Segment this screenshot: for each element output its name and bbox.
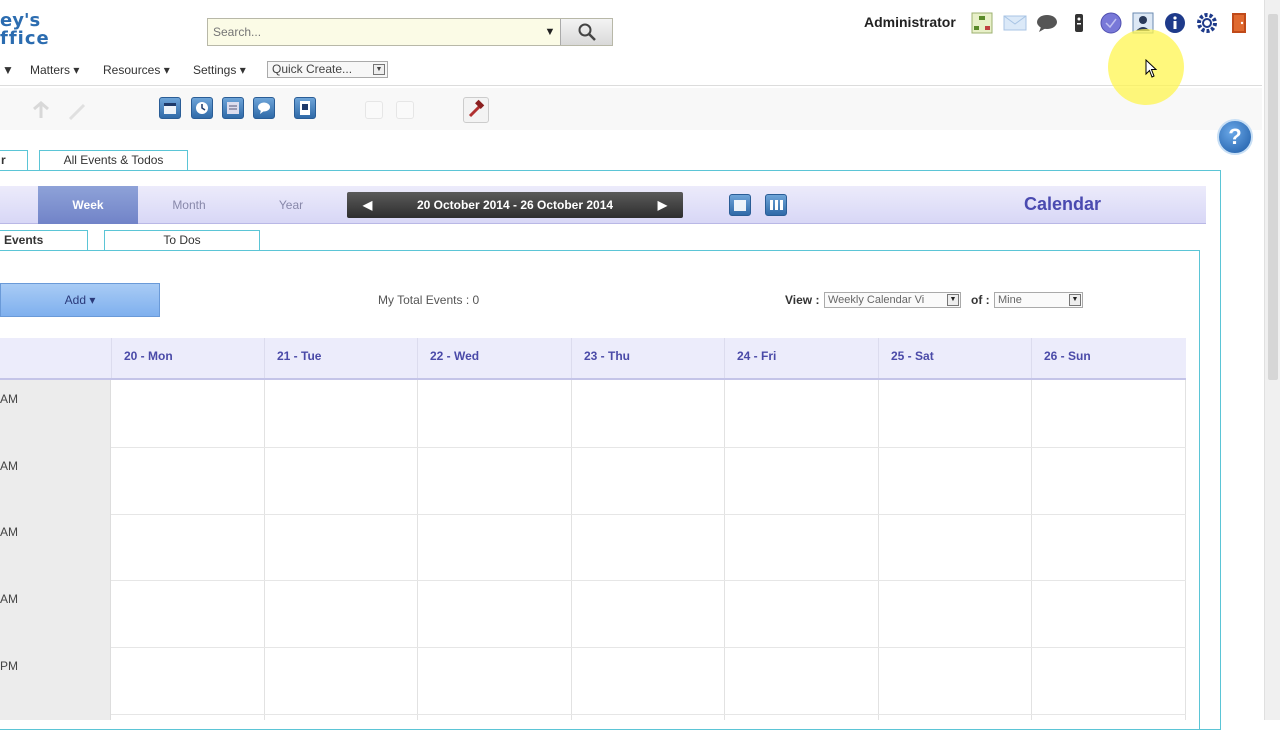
view-month-button[interactable]: Month <box>140 186 238 224</box>
grid-divider <box>571 380 572 720</box>
add-button[interactable]: Add ▾ <box>0 283 160 317</box>
date-range-navigator: ◀ 20 October 2014 - 26 October 2014 ▶ <box>347 192 683 218</box>
view-select[interactable]: Weekly Calendar Vi ▼ <box>824 292 961 308</box>
menu-item-settings[interactable]: Settings ▾ <box>193 63 246 77</box>
events-frame <box>0 250 1200 730</box>
day-header-tue[interactable]: 21 - Tue <box>264 338 417 378</box>
day-header-wed[interactable]: 22 - Wed <box>417 338 571 378</box>
gear-icon[interactable] <box>1195 11 1219 35</box>
clock-icon[interactable] <box>191 97 213 119</box>
quick-create-select[interactable]: Quick Create... ▼ <box>267 61 388 78</box>
arrow-right-icon[interactable] <box>396 101 414 119</box>
grid-row-line <box>111 714 1186 715</box>
tab-label: r <box>1 153 6 167</box>
owner-select[interactable]: Mine ▼ <box>994 292 1083 308</box>
tab-events[interactable]: Events <box>0 230 88 250</box>
day-header-sat[interactable]: 25 - Sat <box>878 338 1031 378</box>
tab-todos[interactable]: To Dos <box>104 230 260 250</box>
tab-all-events-todos[interactable]: All Events & Todos <box>39 150 188 170</box>
tab-label: To Dos <box>163 233 201 247</box>
grid-divider <box>878 380 879 720</box>
gavel-icon[interactable] <box>463 97 489 123</box>
help-icon[interactable]: ? <box>1217 119 1253 155</box>
view-year-button[interactable]: Year <box>242 186 340 224</box>
calendar-icon[interactable] <box>159 97 181 119</box>
grid-view-icon[interactable] <box>765 194 787 216</box>
page-title: Calendar <box>1024 194 1102 214</box>
search-box: ▼ <box>207 18 613 46</box>
chevron-down-icon: ▼ <box>947 294 959 306</box>
menu-item-matters[interactable]: Matters ▾ <box>30 63 79 77</box>
page-scrollbar[interactable] <box>1264 0 1280 720</box>
chevron-down-icon: ▼ <box>1069 294 1081 306</box>
grid-row-line <box>111 647 1186 648</box>
day-header-fri[interactable]: 24 - Fri <box>724 338 878 378</box>
scrollbar-thumb[interactable] <box>1268 14 1278 380</box>
menu-label: Matters <box>30 63 71 77</box>
search-button[interactable] <box>560 19 612 45</box>
next-week-icon[interactable]: ▶ <box>658 198 667 212</box>
grid-divider <box>417 380 418 720</box>
mail-icon[interactable] <box>1003 11 1027 35</box>
menu-label: Settings <box>193 63 237 77</box>
time-label: PM <box>0 659 18 673</box>
total-events-label: My Total Events : 0 <box>378 293 480 307</box>
sitemap-icon[interactable] <box>970 11 994 35</box>
day-header-thu[interactable]: 23 - Thu <box>571 338 724 378</box>
menu-label: Resources <box>103 63 161 77</box>
prev-week-icon[interactable]: ◀ <box>363 198 372 212</box>
add-label: Add <box>64 293 86 307</box>
day-header-sun[interactable]: 26 - Sun <box>1031 338 1186 378</box>
arrow-left-icon[interactable] <box>365 101 383 119</box>
menu-item-resources[interactable]: Resources ▾ <box>103 63 170 77</box>
toolbar <box>0 88 1262 130</box>
remote-icon[interactable] <box>1067 11 1091 35</box>
user-name[interactable]: Administrator <box>864 14 956 30</box>
search-dropdown-icon[interactable]: ▼ <box>540 26 560 38</box>
tab-label: All Events & Todos <box>63 153 164 167</box>
grid-divider <box>724 380 725 720</box>
date-range-label: 20 October 2014 - 26 October 2014 <box>416 198 614 212</box>
tab-label: Events <box>4 233 44 247</box>
grid-row-line <box>111 580 1186 581</box>
owner-select-value: Mine <box>998 294 1022 306</box>
contact-icon[interactable] <box>294 97 316 119</box>
menu-bar <box>0 56 1262 86</box>
day-header-mon[interactable]: 20 - Mon <box>111 338 264 378</box>
chat-icon[interactable] <box>1035 11 1059 35</box>
logout-icon[interactable] <box>1227 11 1251 35</box>
menu-dropdown-icon[interactable]: ▼ <box>2 63 14 77</box>
of-label: of : <box>971 293 990 307</box>
document-icon[interactable] <box>222 97 244 119</box>
upload-icon[interactable] <box>30 99 52 121</box>
time-label: AM <box>0 392 18 406</box>
app-logo[interactable]: ey's ffice <box>0 12 50 48</box>
tab-calendar[interactable]: r <box>0 150 28 170</box>
message-icon[interactable] <box>253 97 275 119</box>
view-week-button[interactable]: Week <box>38 186 138 224</box>
logo-line2: ffice <box>0 28 50 49</box>
grid-divider <box>1031 380 1032 720</box>
globe-icon[interactable] <box>1099 11 1123 35</box>
time-label: AM <box>0 525 18 539</box>
grid-divider <box>1185 380 1186 720</box>
time-label: AM <box>0 459 18 473</box>
view-label: View : <box>785 293 820 307</box>
search-icon <box>578 23 596 41</box>
calendar-view-icon[interactable] <box>729 194 751 216</box>
grid-row-line <box>111 447 1186 448</box>
quick-create-label: Quick Create... <box>272 62 353 76</box>
info-icon[interactable] <box>1163 11 1187 35</box>
grid-row-line <box>111 514 1186 515</box>
grid-divider <box>264 380 265 720</box>
search-input[interactable] <box>208 19 540 45</box>
chevron-down-icon: ▼ <box>373 64 385 75</box>
time-label: AM <box>0 592 18 606</box>
pencil-icon[interactable] <box>66 101 88 123</box>
mouse-cursor-icon <box>1145 59 1158 78</box>
view-select-value: Weekly Calendar Vi <box>828 294 925 306</box>
